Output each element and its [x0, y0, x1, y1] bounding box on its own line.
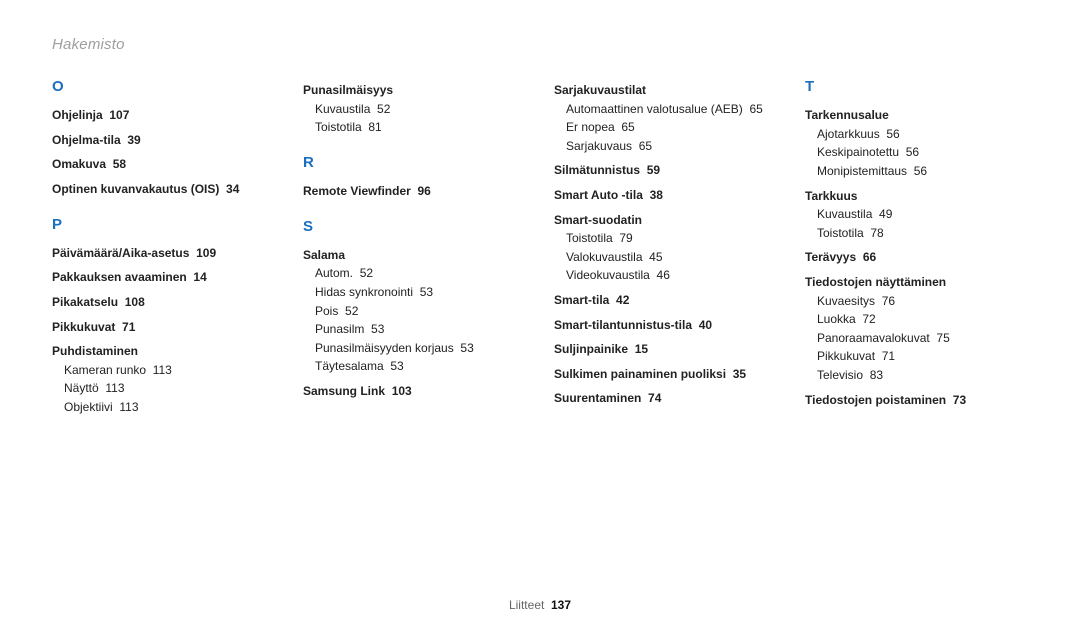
index-subentry: Kuvaesitys 76 [817, 292, 1028, 311]
index-entry: Tiedostojen näyttäminen [805, 273, 1028, 292]
index-entry: Pikakatselu 108 [52, 293, 275, 312]
index-entry: Punasilmäisyys [303, 81, 526, 100]
index-subentry: Toistotila 78 [817, 224, 1028, 243]
index-subentry: Valokuvaustila 45 [566, 248, 777, 267]
index-subentry: Pikkukuvat 71 [817, 347, 1028, 366]
index-entry: Silmätunnistus 59 [554, 161, 777, 180]
index-column: O Ohjelinja 107 Ohjelma-tila 39 Omakuva 58 O… [52, 75, 275, 417]
index-entry: Terävyys 66 [805, 248, 1028, 267]
index-subentry: Näyttö 113 [64, 379, 275, 398]
index-entry: Sarjakuvaustilat [554, 81, 777, 100]
footer: Liitteet 137 [0, 598, 1080, 612]
index-entry: Suljinpainike 15 [554, 340, 777, 359]
index-letter: R [303, 151, 526, 174]
index-subentry: Pois 52 [315, 302, 526, 321]
index-subentry: Kameran runko 113 [64, 361, 275, 380]
index-subentry: Televisio 83 [817, 366, 1028, 385]
index-subentry: Täytesalama 53 [315, 357, 526, 376]
index-entry: Smart-tila 42 [554, 291, 777, 310]
index-subentry: Automaattinen valotusalue (AEB) 65 [566, 100, 777, 119]
index-subentry: Punasilm 53 [315, 320, 526, 339]
index-subentry: Toistotila 79 [566, 229, 777, 248]
index-subentry: Kuvaustila 52 [315, 100, 526, 119]
index-subentry: Sarjakuvaus 65 [566, 137, 777, 156]
index-subentry: Ajotarkkuus 56 [817, 125, 1028, 144]
index-subentry: Er nopea 65 [566, 118, 777, 137]
index-entry: Ohjelinja 107 [52, 106, 275, 125]
index-subentry: Toistotila 81 [315, 118, 526, 137]
index-entry: Päivämäärä/Aika-asetus 109 [52, 244, 275, 263]
index-entry: Puhdistaminen [52, 342, 275, 361]
index-subentry: Luokka 72 [817, 310, 1028, 329]
index-subentry: Hidas synkronointi 53 [315, 283, 526, 302]
index-entry: Smart Auto -tila 38 [554, 186, 777, 205]
index-entry: Smart-suodatin [554, 211, 777, 230]
index-entry: Tiedostojen poistaminen 73 [805, 391, 1028, 410]
index-columns: O Ohjelinja 107 Ohjelma-tila 39 Omakuva 58 O… [52, 75, 1028, 417]
index-entry: Optinen kuvanvakautus (OIS) 34 [52, 180, 275, 199]
index-entry: Tarkkuus [805, 187, 1028, 206]
index-letter: T [805, 75, 1028, 98]
index-letter: S [303, 215, 526, 238]
index-subentry: Videokuvaustila 46 [566, 266, 777, 285]
page-title: Hakemisto [52, 36, 1028, 53]
index-entry: Pakkauksen avaaminen 14 [52, 268, 275, 287]
index-letter: O [52, 75, 275, 98]
index-column: T TarkennusalueAjotarkkuus 56Keskipainote… [805, 75, 1028, 417]
index-subentry: Kuvaustila 49 [817, 205, 1028, 224]
footer-section: Liitteet [509, 598, 544, 612]
index-entry: Sulkimen painaminen puoliksi 35 [554, 365, 777, 384]
index-entry: Omakuva 58 [52, 155, 275, 174]
index-subentry: Monipistemittaus 56 [817, 162, 1028, 181]
footer-page-number: 137 [551, 598, 571, 612]
index-subentry: Punasilmäisyyden korjaus 53 [315, 339, 526, 358]
index-entry: Tarkennusalue [805, 106, 1028, 125]
index-subentry: Keskipainotettu 56 [817, 143, 1028, 162]
index-entry: Samsung Link 103 [303, 382, 526, 401]
index-letter: P [52, 213, 275, 236]
index-entry: Salama [303, 246, 526, 265]
index-column: SarjakuvaustilatAutomaattinen valotusalu… [554, 75, 777, 417]
index-entry: Smart-tilantunnistus-tila 40 [554, 316, 777, 335]
index-entry: Pikkukuvat 71 [52, 318, 275, 337]
index-subentry: Objektiivi 113 [64, 398, 275, 417]
index-subentry: Panoraamavalokuvat 75 [817, 329, 1028, 348]
index-entry: Suurentaminen 74 [554, 389, 777, 408]
index-entry: Remote Viewfinder 96 [303, 182, 526, 201]
index-entry: Ohjelma-tila 39 [52, 131, 275, 150]
manual-index-page: Hakemisto OOhjelinja 107Ohjelma-tila 39O… [0, 0, 1080, 630]
index-subentry: Autom. 52 [315, 264, 526, 283]
index-column: PunasilmäisyysKuvaustila 52Toistotila 81… [303, 75, 526, 417]
